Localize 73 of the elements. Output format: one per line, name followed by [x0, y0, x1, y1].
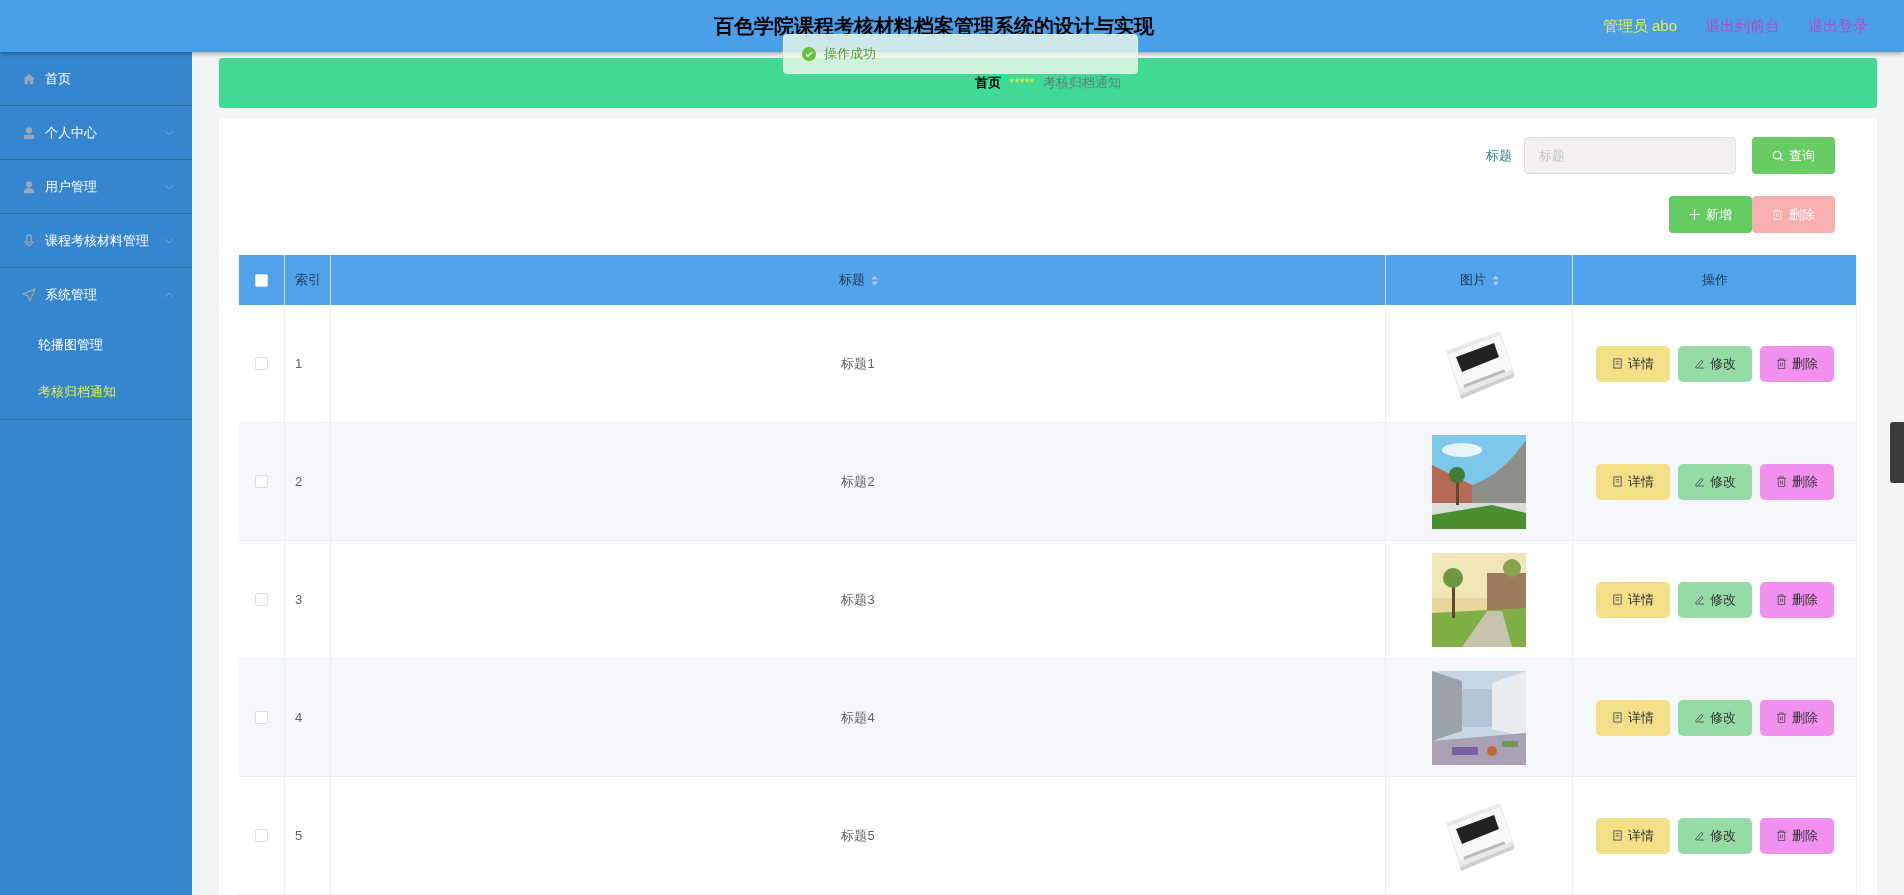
toast-text: 操作成功 — [824, 45, 876, 64]
sidebar-item[interactable]: 系统管理 — [0, 268, 192, 321]
sidebar-item[interactable]: 首页 — [0, 52, 192, 105]
sidebar-item[interactable]: 课程考核材料管理 — [0, 214, 192, 267]
person-icon — [22, 179, 36, 194]
table-cell-text: 5 — [295, 826, 303, 845]
pencil-icon — [1693, 712, 1705, 723]
submenu-item[interactable]: 考核归档通知 — [0, 368, 192, 415]
person-icon — [22, 125, 36, 140]
table-cell-text: 标题2 — [841, 472, 875, 491]
pencil-icon — [1693, 830, 1705, 841]
table-cell-text: 标题1 — [841, 354, 875, 373]
details-button[interactable]: 详情 — [1595, 463, 1670, 500]
sidebar-item[interactable]: 个人中心 — [0, 106, 192, 159]
breadcrumb-separator: ***** — [1009, 74, 1035, 93]
pencil-icon — [1693, 594, 1705, 605]
document-icon — [1611, 594, 1623, 605]
delete-button[interactable]: 删除 — [1759, 817, 1834, 854]
edit-button[interactable]: 修改 — [1677, 699, 1752, 736]
table-cell-text: 2 — [295, 472, 303, 491]
trash-icon — [1775, 712, 1787, 723]
trash-icon — [1775, 594, 1787, 605]
breadcrumb-link[interactable]: 首页 — [975, 73, 1002, 93]
column-header[interactable]: 索引 — [294, 270, 321, 290]
delete-button[interactable]: 删除 — [1759, 345, 1834, 382]
sidebar-item[interactable]: 用户管理 — [0, 160, 192, 213]
search-label: 标题 — [1486, 146, 1512, 165]
trash-icon — [1775, 830, 1787, 841]
send-icon — [22, 287, 36, 302]
document-icon — [1611, 358, 1623, 369]
row-checkbox[interactable] — [255, 357, 268, 370]
details-button[interactable]: 详情 — [1595, 817, 1670, 854]
select-all-checkbox[interactable] — [255, 273, 268, 287]
row-checkbox[interactable] — [255, 475, 268, 488]
table-cell-text: 4 — [295, 708, 303, 727]
plus-icon — [1689, 209, 1700, 220]
side-handle[interactable] — [1890, 422, 1904, 483]
table-cell-text: 3 — [295, 590, 303, 609]
delete-button[interactable]: 删除 — [1759, 581, 1834, 618]
document-icon — [1611, 476, 1623, 487]
trash-icon — [1775, 476, 1787, 487]
table-cell-text: 标题4 — [841, 708, 875, 727]
breadcrumb-current: 考核归档通知 — [1042, 74, 1121, 93]
user-name: 管理员 abo — [1602, 15, 1677, 36]
document-icon — [1611, 830, 1623, 841]
trash-icon — [1775, 358, 1787, 369]
table-cell-text: 标题3 — [841, 590, 875, 609]
edit-button[interactable]: 修改 — [1677, 463, 1752, 500]
document-icon — [1611, 712, 1623, 723]
edit-button[interactable]: 修改 — [1677, 345, 1752, 382]
table-cell-text: 标题5 — [841, 826, 875, 845]
row-checkbox[interactable] — [255, 593, 268, 606]
details-button[interactable]: 详情 — [1595, 345, 1670, 382]
submenu-item[interactable]: 轮播图管理 — [0, 321, 192, 368]
edit-button[interactable]: 修改 — [1677, 581, 1752, 618]
microphone-icon — [22, 233, 36, 248]
delete-button[interactable]: 删除 — [1759, 699, 1834, 736]
column-header[interactable]: 操作 — [1701, 270, 1728, 290]
pencil-icon — [1693, 358, 1705, 369]
delete-button[interactable]: 删除 — [1759, 463, 1834, 500]
home-icon — [22, 71, 36, 86]
column-header[interactable]: 图片 — [1459, 270, 1486, 290]
row-checkbox[interactable] — [255, 829, 268, 842]
row-checkbox[interactable] — [255, 711, 268, 724]
trash-icon — [1772, 209, 1783, 220]
pencil-icon — [1693, 476, 1705, 487]
table-cell-text: 1 — [295, 354, 303, 373]
edit-button[interactable]: 修改 — [1677, 817, 1752, 854]
details-button[interactable]: 详情 — [1595, 581, 1670, 618]
search-icon — [1772, 149, 1784, 162]
success-icon — [802, 47, 816, 61]
column-header[interactable]: 标题 — [838, 270, 865, 290]
details-button[interactable]: 详情 — [1595, 699, 1670, 736]
